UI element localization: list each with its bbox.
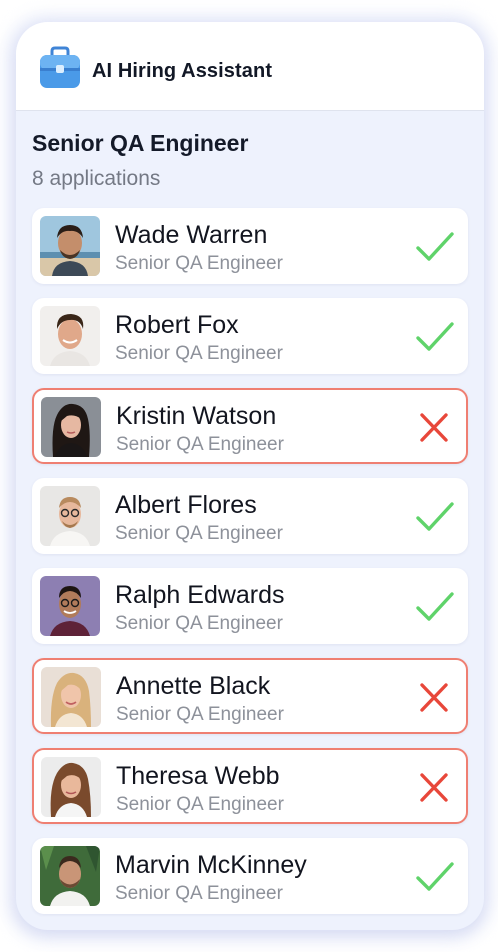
candidate-row[interactable]: Robert Fox Senior QA Engineer: [32, 298, 468, 374]
briefcase-icon: [38, 44, 82, 90]
candidate-name: Kristin Watson: [116, 402, 277, 430]
candidate-row[interactable]: Theresa Webb Senior QA Engineer: [32, 748, 468, 824]
avatar: [40, 306, 100, 366]
candidate-name: Albert Flores: [115, 491, 257, 519]
candidate-name: Annette Black: [116, 672, 271, 700]
hiring-assistant-card: AI Hiring Assistant Senior QA Engineer 8…: [16, 22, 484, 930]
cross-icon[interactable]: [414, 770, 454, 806]
avatar: [40, 576, 100, 636]
applications-count: 8 applications: [32, 167, 161, 190]
candidate-name: Ralph Edwards: [115, 581, 285, 609]
check-icon[interactable]: [415, 229, 455, 265]
cross-icon[interactable]: [414, 410, 454, 446]
check-icon[interactable]: [415, 499, 455, 535]
candidate-role: Senior QA Engineer: [116, 704, 284, 725]
candidate-role: Senior QA Engineer: [115, 523, 283, 544]
cross-icon[interactable]: [414, 680, 454, 716]
avatar: [41, 667, 101, 727]
candidate-row[interactable]: Ralph Edwards Senior QA Engineer: [32, 568, 468, 644]
avatar: [40, 846, 100, 906]
candidate-role: Senior QA Engineer: [116, 794, 284, 815]
app-header: AI Hiring Assistant: [16, 22, 484, 111]
candidate-row[interactable]: Kristin Watson Senior QA Engineer: [32, 388, 468, 464]
avatar: [41, 757, 101, 817]
candidate-role: Senior QA Engineer: [115, 253, 283, 274]
candidate-name: Marvin McKinney: [115, 851, 307, 879]
candidate-role: Senior QA Engineer: [115, 883, 283, 904]
check-icon[interactable]: [415, 589, 455, 625]
page: AI Hiring Assistant Senior QA Engineer 8…: [0, 0, 498, 952]
candidate-row[interactable]: Annette Black Senior QA Engineer: [32, 658, 468, 734]
candidate-row[interactable]: Marvin McKinney Senior QA Engineer: [32, 838, 468, 914]
job-title: Senior QA Engineer: [32, 130, 249, 156]
candidate-role: Senior QA Engineer: [116, 434, 284, 455]
candidate-role: Senior QA Engineer: [115, 613, 283, 634]
avatar: [40, 486, 100, 546]
candidate-name: Robert Fox: [115, 311, 239, 339]
app-title: AI Hiring Assistant: [92, 60, 273, 82]
candidate-name: Theresa Webb: [116, 762, 280, 790]
check-icon[interactable]: [415, 859, 455, 895]
candidate-role: Senior QA Engineer: [115, 343, 283, 364]
candidate-row[interactable]: Albert Flores Senior QA Engineer: [32, 478, 468, 554]
candidate-row[interactable]: Wade Warren Senior QA Engineer: [32, 208, 468, 284]
candidate-name: Wade Warren: [115, 221, 268, 249]
avatar: [41, 397, 101, 457]
avatar: [40, 216, 100, 276]
check-icon[interactable]: [415, 319, 455, 355]
